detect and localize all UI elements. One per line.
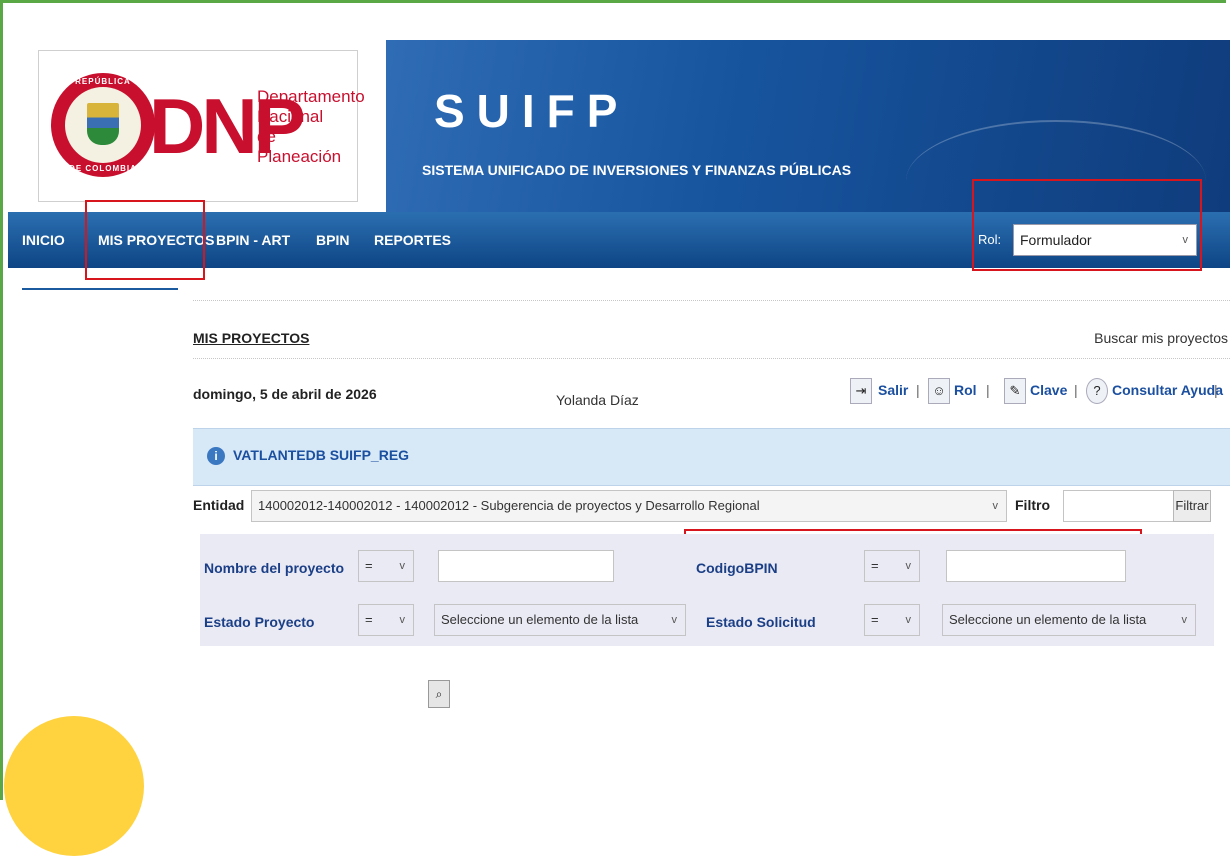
rol-select-value: Formulador	[1020, 232, 1092, 248]
operator-value: =	[871, 558, 879, 573]
estado-solicitud-select[interactable]: Seleccione un elemento de la lista v	[942, 604, 1196, 636]
estado-solicitud-label: Estado Solicitud	[706, 614, 816, 630]
dnp-line-3: de Planeación	[257, 127, 342, 166]
filtro-label: Filtro	[1015, 497, 1050, 513]
main-navbar: INICIO MIS PROYECTOS BPIN - ART BPIN REP…	[8, 212, 1230, 268]
estado-proyecto-label: Estado Proyecto	[204, 614, 315, 630]
entidad-label: Entidad	[193, 497, 245, 513]
separator: |	[1214, 382, 1218, 398]
shield-icon	[87, 103, 119, 145]
page-title: MIS PROYECTOS	[193, 330, 310, 346]
info-banner: i VATLANTEDB SUIFP_REG	[193, 428, 1230, 486]
dnp-line-2: Nacional	[257, 107, 324, 126]
dnp-subtitle: Departamento Nacional de Planeación	[257, 87, 365, 167]
seal-inner	[65, 87, 141, 163]
filter-panel: Nombre del proyecto = v CodigoBPIN = v E…	[200, 534, 1214, 646]
chevron-down-icon: v	[399, 614, 406, 626]
operator-value: =	[871, 612, 879, 627]
exit-icon[interactable]: ⇥	[850, 378, 872, 404]
user-toolbar: ⇥ Salir | ☺ Rol | ✎ Clave | ? Consultar …	[850, 378, 1230, 408]
nav-bpin[interactable]: BPIN	[316, 212, 349, 268]
separator: |	[1074, 382, 1078, 398]
seal-top-text: REPÚBLICA	[75, 77, 131, 86]
dnp-line-1: Departamento	[257, 87, 365, 106]
estado-solicitud-value: Seleccione un elemento de la lista	[949, 612, 1147, 627]
codigo-bpin-input[interactable]	[946, 550, 1126, 582]
colombia-seal-icon: REPÚBLICA DE COLOMBIA	[51, 73, 155, 177]
chevron-down-icon: v	[905, 560, 912, 572]
dnp-logo: REPÚBLICA DE COLOMBIA DNP Departamento N…	[38, 50, 365, 202]
consultar-ayuda-link[interactable]: Consultar Ayuda	[1112, 382, 1223, 398]
seal-bottom-text: DE COLOMBIA	[69, 164, 137, 173]
nav-mis-proyectos[interactable]: MIS PROYECTOS	[98, 212, 214, 268]
entidad-row: Entidad 140002012-140002012 - 140002012 …	[193, 490, 1230, 522]
app-banner: SUIFP SISTEMA UNIFICADO DE INVERSIONES Y…	[386, 40, 1230, 212]
nav-inicio[interactable]: INICIO	[22, 212, 65, 268]
nombre-proyecto-input[interactable]	[438, 550, 614, 582]
divider	[193, 300, 1230, 301]
codigo-bpin-label: CodigoBPIN	[696, 560, 778, 576]
app-title: SUIFP	[434, 85, 630, 137]
chevron-down-icon: v	[671, 614, 678, 626]
estado-solicitud-operator-select[interactable]: = v	[864, 604, 920, 636]
estado-proyecto-value: Seleccione un elemento de la lista	[441, 612, 639, 627]
key-icon[interactable]: ✎	[1004, 378, 1026, 404]
clave-link[interactable]: Clave	[1030, 382, 1067, 398]
rol-label: Rol:	[978, 232, 1002, 247]
salir-link[interactable]: Salir	[878, 382, 908, 398]
rol-link[interactable]: Rol	[954, 382, 977, 398]
chevron-down-icon: v	[992, 500, 999, 512]
codigo-operator-select[interactable]: = v	[864, 550, 920, 582]
filtrar-button[interactable]: Filtrar	[1173, 490, 1211, 522]
nav-bpin-art[interactable]: BPIN - ART	[216, 212, 290, 268]
operator-value: =	[365, 558, 373, 573]
separator: |	[916, 382, 920, 398]
chevron-down-icon: v	[1181, 614, 1188, 626]
help-icon[interactable]: ?	[1086, 378, 1108, 404]
operator-value: =	[365, 612, 373, 627]
divider	[193, 358, 1230, 359]
filtro-input[interactable]	[1063, 490, 1175, 522]
entidad-select-value: 140002012-140002012 - 140002012 - Subger…	[258, 498, 760, 513]
nombre-proyecto-label: Nombre del proyecto	[204, 560, 345, 576]
rol-select[interactable]: Formulador v	[1013, 224, 1197, 256]
chevron-down-icon: v	[1182, 234, 1189, 246]
entidad-select[interactable]: 140002012-140002012 - 140002012 - Subger…	[251, 490, 1007, 522]
yellow-decoration	[4, 716, 144, 856]
estado-proyecto-select[interactable]: Seleccione un elemento de la lista v	[434, 604, 686, 636]
info-icon: i	[207, 447, 225, 465]
chevron-down-icon: v	[399, 560, 406, 572]
app-subtitle: SISTEMA UNIFICADO DE INVERSIONES Y FINAN…	[422, 162, 852, 178]
user-name: Yolanda Díaz	[556, 392, 639, 408]
estado-proyecto-operator-select[interactable]: = v	[358, 604, 414, 636]
nombre-operator-select[interactable]: = v	[358, 550, 414, 582]
role-icon[interactable]: ☺	[928, 378, 950, 404]
info-text: VATLANTEDB SUIFP_REG	[233, 447, 410, 463]
chevron-down-icon: v	[905, 614, 912, 626]
current-date: domingo, 5 de abril de 2026	[193, 386, 377, 402]
separator: |	[986, 382, 990, 398]
search-my-projects-link[interactable]: Buscar mis proyectos	[1094, 330, 1228, 346]
nav-reportes[interactable]: REPORTES	[374, 212, 451, 268]
search-binoculars-icon[interactable]: ⌕	[428, 680, 450, 708]
sidebar-divider	[22, 288, 178, 290]
